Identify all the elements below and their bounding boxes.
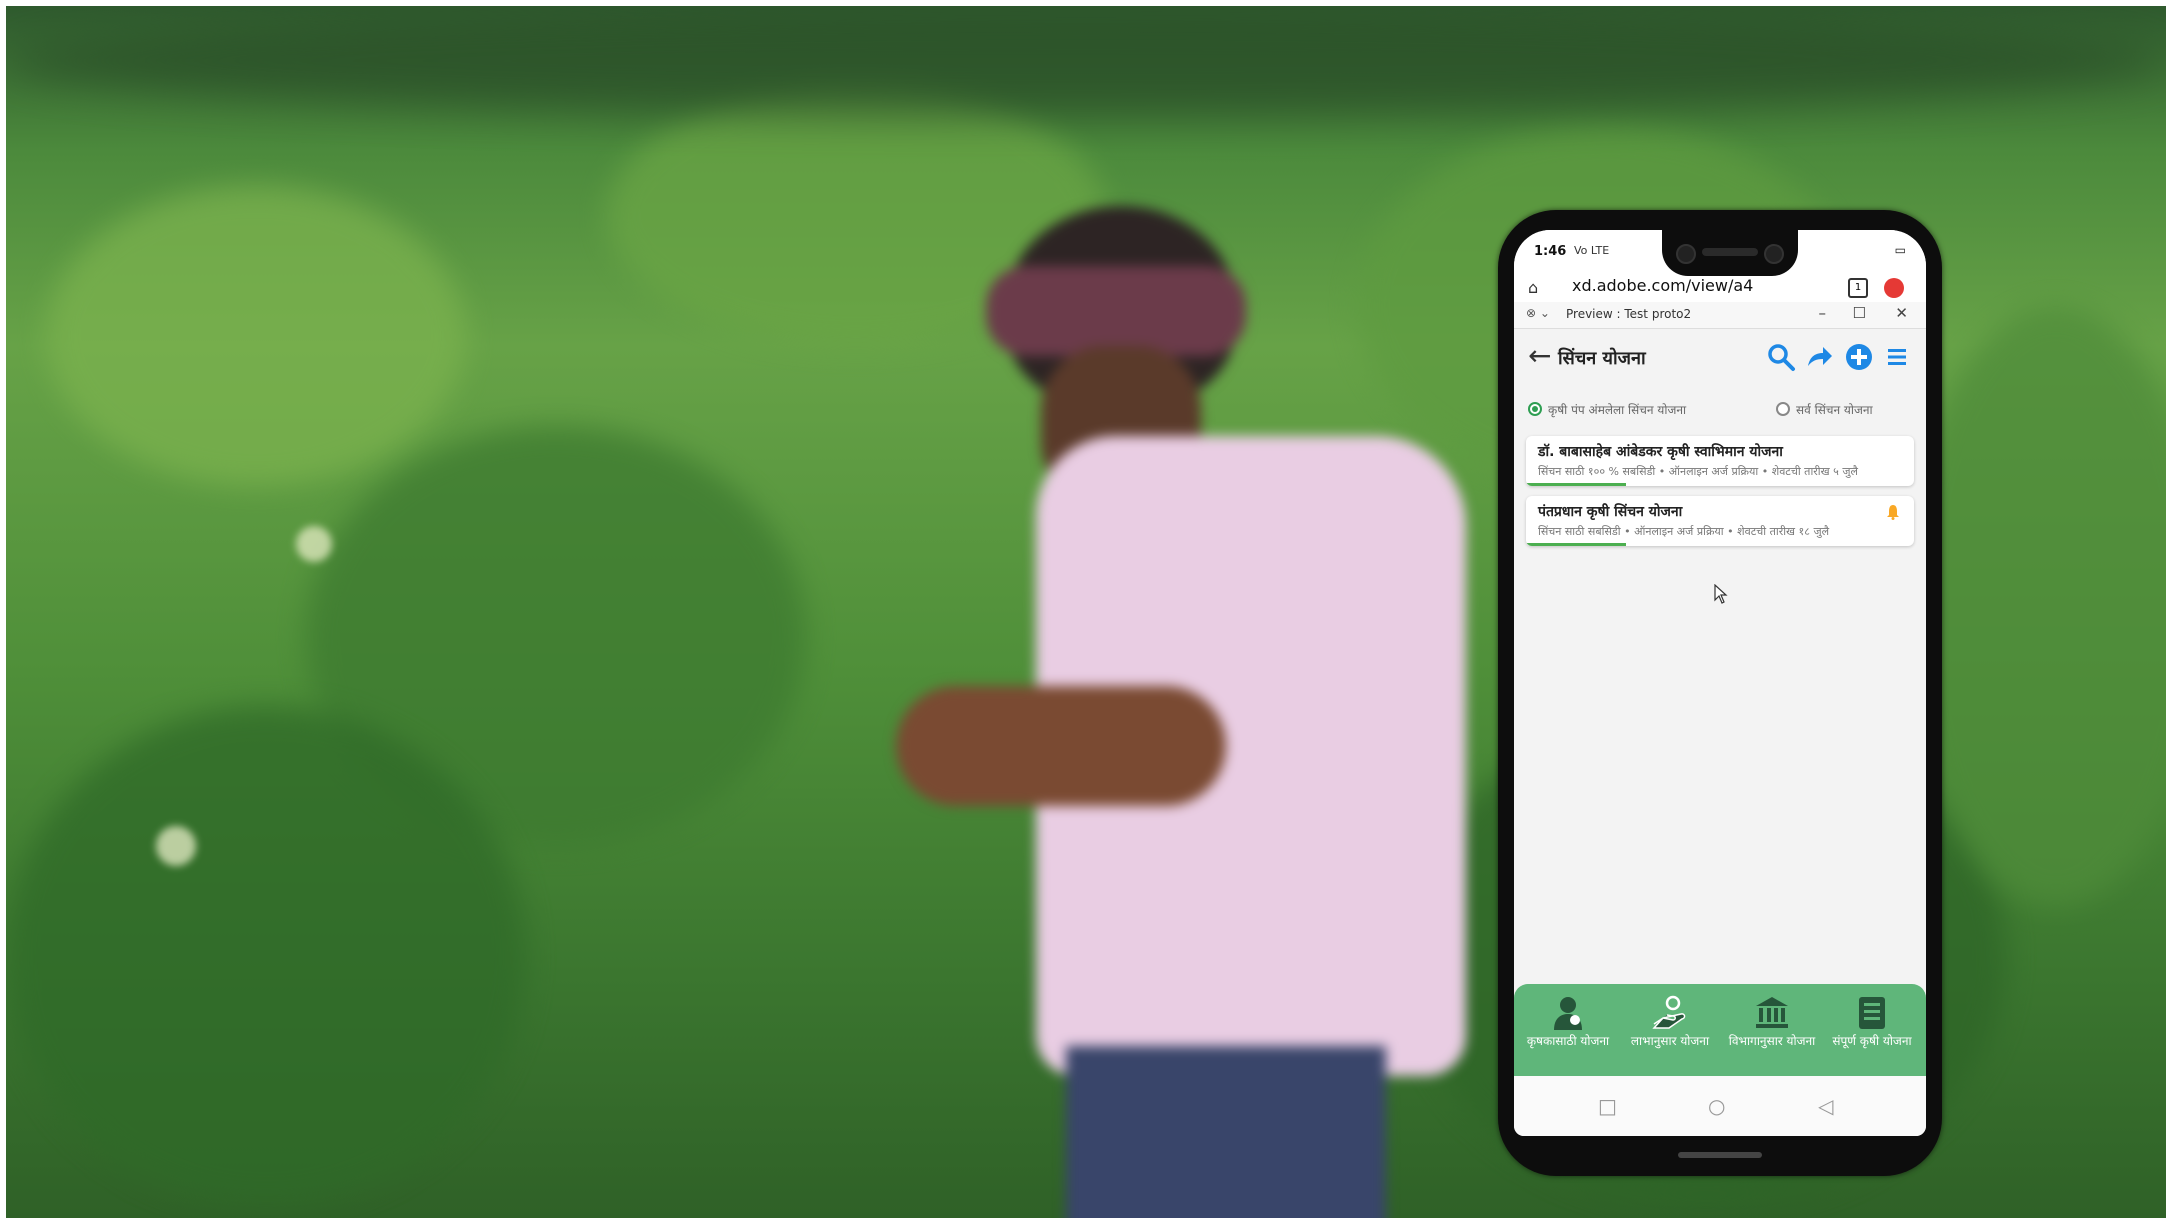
nav-label: लाभानुसार योजना [1630, 1034, 1710, 1048]
list-icon [1853, 994, 1891, 1032]
close-icon[interactable]: ✕ [1895, 304, 1908, 322]
record-icon[interactable] [1884, 278, 1904, 298]
system-navigation-bar: □ ○ ◁ [1514, 1076, 1926, 1136]
back-button-icon[interactable]: ◁ [1818, 1094, 1833, 1118]
filter-label[interactable]: कृषी पंप अंमलेला सिंचन योजना [1548, 401, 1686, 418]
search-icon[interactable] [1766, 342, 1796, 372]
phone-home-indicator [1678, 1152, 1762, 1158]
headscarf [986, 266, 1246, 356]
farmer-trousers [1066, 1046, 1386, 1218]
scheme-card[interactable]: पंतप्रधान कृषी सिंचन योजना सिंचन साठी सब… [1526, 496, 1914, 546]
filter-label[interactable]: सर्व सिंचन योजना [1796, 401, 1873, 418]
cotton-boll [156, 826, 196, 866]
foliage [46, 186, 466, 486]
minimize-icon[interactable]: – [1819, 304, 1827, 322]
farmer-figure [886, 186, 1486, 1218]
recent-apps-icon[interactable]: □ [1598, 1094, 1617, 1118]
preview-title: Preview : Test proto2 [1566, 307, 1692, 321]
phone-screen: 1:46 Vo LTE ▭ ⌂ xd.adobe.com/view/a4 1 ⊗… [1514, 230, 1926, 1136]
nav-benefit-schemes[interactable]: लाभानुसार योजना [1620, 988, 1720, 1074]
scheme-title: डॉ. बाबासाहेब आंबेडकर कृषी स्वाभिमान योज… [1538, 444, 1783, 460]
scheme-title: पंतप्रधान कृषी सिंचन योजना [1538, 504, 1683, 520]
preview-window-bar: ⊗ ⌄ Preview : Test proto2 – ☐ ✕ [1514, 302, 1926, 329]
scheme-card[interactable]: डॉ. बाबासाहेब आंबेडकर कृषी स्वाभिमान योज… [1526, 436, 1914, 486]
scheme-details: सिंचन साठी सबसिडी • ऑनलाइन अर्ज प्रक्रिय… [1538, 525, 1830, 538]
foliage [6, 706, 526, 1206]
page-title: सिंचन योजना [1558, 348, 1646, 369]
scheme-details: सिंचन साठी १०० % सबसिडी • ऑनलाइन अर्ज प्… [1538, 465, 1858, 478]
app-header: ← सिंचन योजना [1514, 330, 1926, 384]
nav-farmer-schemes[interactable]: कृषकासाठी योजना [1518, 988, 1618, 1074]
home-icon[interactable]: ⌂ [1528, 278, 1538, 297]
url-text[interactable]: xd.adobe.com/view/a4 [1572, 276, 1753, 295]
share-icon[interactable] [1804, 342, 1834, 372]
maximize-icon[interactable]: ☐ [1853, 304, 1866, 322]
nav-all-schemes[interactable]: संपूर्ण कृषी योजना [1822, 988, 1922, 1074]
filter-radio-selected[interactable] [1528, 402, 1542, 416]
bottom-navigation: कृषकासाठी योजना लाभानुसार योजना विभागानु… [1514, 984, 1926, 1076]
phone-notch [1662, 230, 1798, 276]
menu-icon[interactable] [1882, 342, 1912, 372]
benefit-icon [1651, 994, 1689, 1032]
browser-url-bar[interactable]: ⌂ xd.adobe.com/view/a4 1 [1514, 274, 1926, 302]
mouse-cursor-icon [1714, 583, 1728, 608]
signal-icon: Vo LTE [1574, 244, 1610, 257]
scheme-accent-bar [1526, 483, 1626, 486]
back-arrow-icon[interactable]: ← [1528, 342, 1551, 370]
nav-label: कृषकासाठी योजना [1526, 1034, 1610, 1048]
status-time: 1:46 [1534, 244, 1567, 259]
nav-label: संपूर्ण कृषी योजना [1832, 1034, 1912, 1048]
tabs-button[interactable]: 1 [1848, 278, 1868, 298]
add-circle-icon[interactable] [1844, 342, 1874, 372]
speaker-grille [1702, 248, 1758, 256]
camera-icon [1676, 244, 1696, 264]
filter-radio[interactable] [1776, 402, 1790, 416]
preview-menu-icon[interactable]: ⊗ ⌄ [1526, 306, 1550, 320]
home-button-icon[interactable]: ○ [1708, 1094, 1725, 1118]
nav-department-schemes[interactable]: विभागानुसार योजना [1722, 988, 1822, 1074]
scheme-accent-bar [1526, 543, 1626, 546]
battery-icon: ▭ [1894, 243, 1906, 257]
scheme-filter: कृषी पंप अंमलेला सिंचन योजना सर्व सिंचन … [1514, 396, 1926, 424]
treeline [6, 6, 2166, 116]
camera-icon [1764, 244, 1784, 264]
farmer-arms [896, 686, 1226, 806]
smartphone: 1:46 Vo LTE ▭ ⌂ xd.adobe.com/view/a4 1 ⊗… [1498, 210, 1942, 1176]
farmer-icon [1549, 994, 1587, 1032]
cotton-boll [296, 526, 332, 562]
bell-icon[interactable] [1886, 504, 1900, 524]
nav-label: विभागानुसार योजना [1728, 1034, 1816, 1048]
department-icon [1753, 994, 1791, 1032]
